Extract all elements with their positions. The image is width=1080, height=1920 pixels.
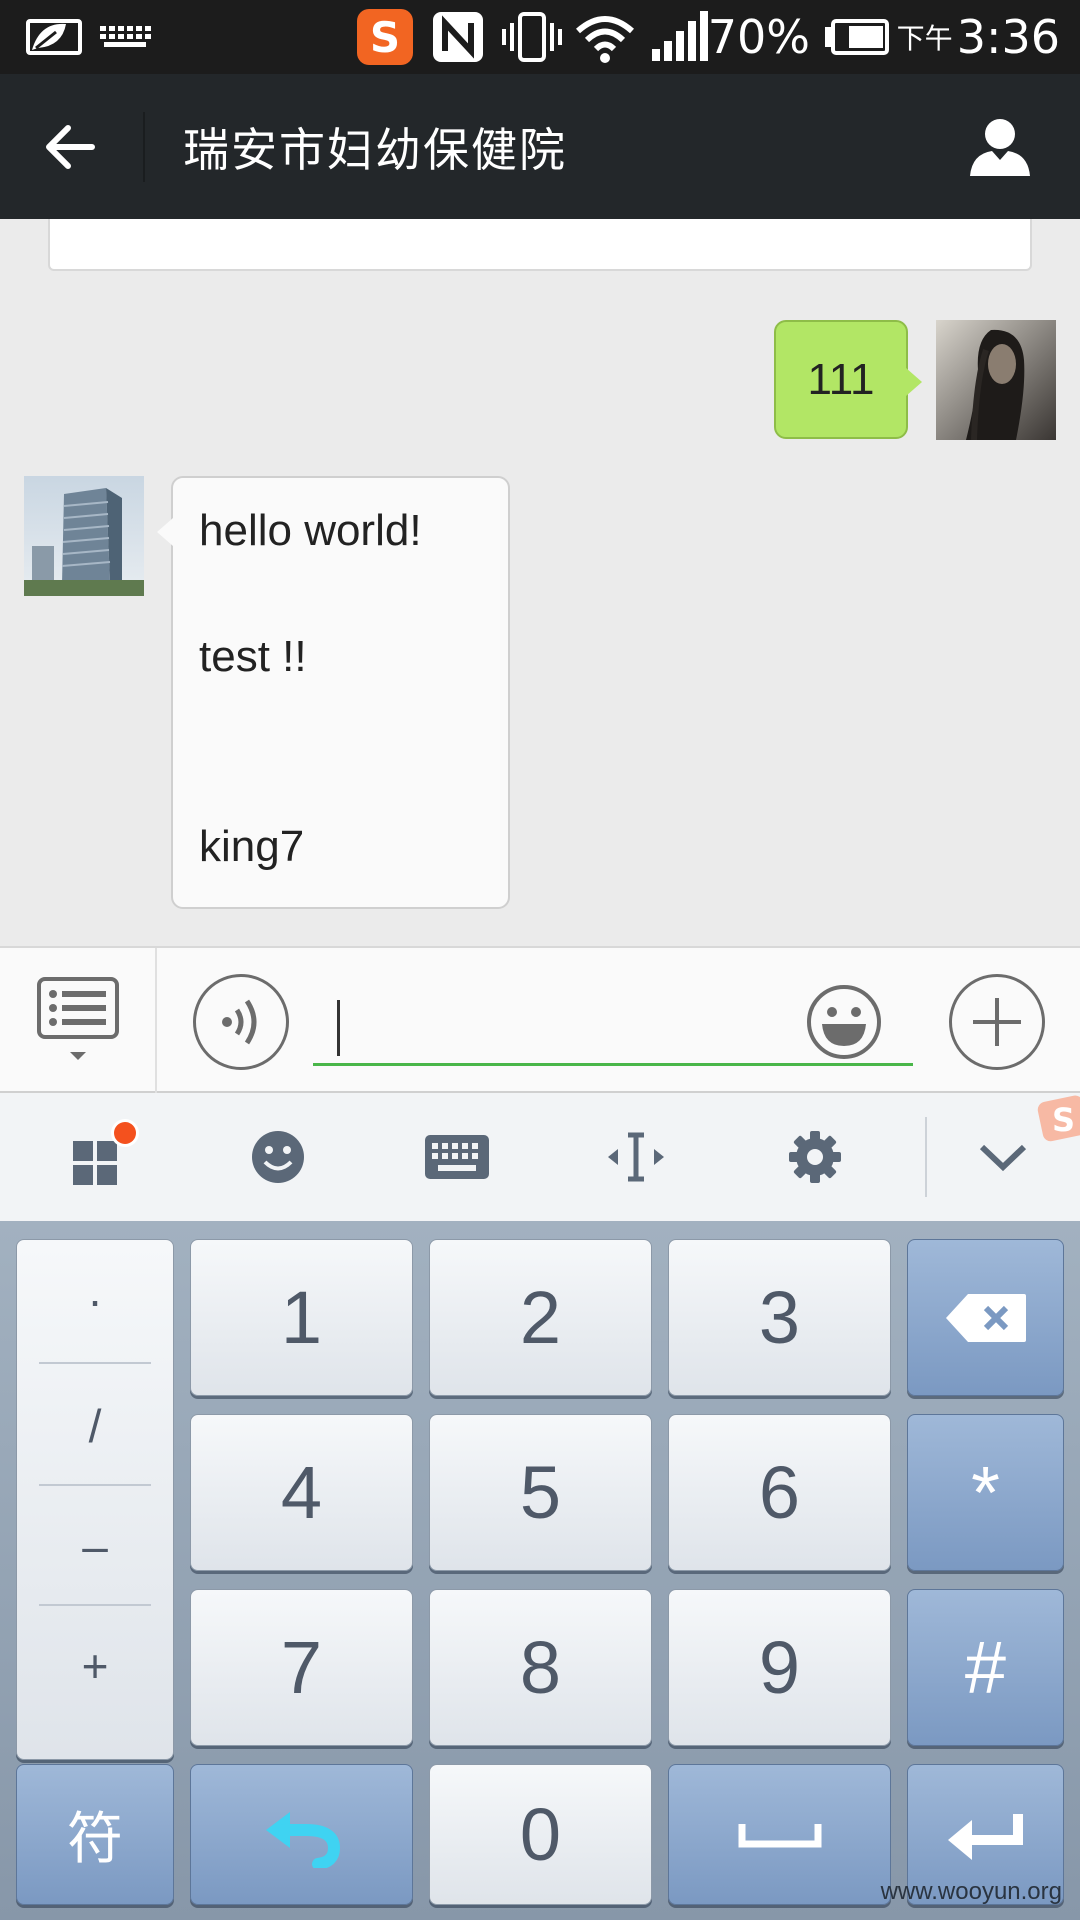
status-bar: S 70% 下午 3:36: [0, 0, 1080, 74]
key-5[interactable]: 5: [429, 1414, 652, 1571]
bubble-tail: [906, 368, 922, 396]
asterisk-key[interactable]: *: [907, 1414, 1064, 1571]
collapse-icon: [979, 1144, 1027, 1172]
profile-button[interactable]: [960, 107, 1040, 187]
hash-key[interactable]: #: [907, 1589, 1064, 1746]
contact-message-bubble[interactable]: hello world! test !! king7: [157, 476, 510, 909]
arrow-left-icon: [46, 125, 95, 169]
enter-icon: [947, 1813, 1023, 1860]
key-symbol[interactable]: +: [17, 1606, 173, 1726]
my-message-bubble[interactable]: 111: [774, 320, 922, 439]
person-icon: [970, 119, 1030, 176]
apps-icon: [73, 1119, 139, 1185]
undo-arrow-icon: [265, 1811, 340, 1868]
sogou-watermark-icon: S: [1030, 1093, 1080, 1143]
title-bar: 瑞安市妇幼保健院: [0, 74, 1080, 219]
vibrate-icon: [500, 0, 564, 74]
time: 3:36: [956, 10, 1060, 64]
battery-icon: [823, 0, 889, 74]
toolbar-divider: [925, 1117, 927, 1197]
settings-icon: [789, 1131, 841, 1183]
key-4[interactable]: 4: [190, 1414, 413, 1571]
key-9[interactable]: 9: [668, 1589, 891, 1746]
key-6[interactable]: 6: [668, 1414, 891, 1571]
bubble-tail: [157, 518, 173, 546]
cursor-button[interactable]: [596, 1117, 676, 1197]
signal-icon: [650, 0, 708, 74]
symbol-column[interactable]: · / – +: [16, 1239, 174, 1760]
key-2[interactable]: 2: [429, 1239, 652, 1396]
sogou-icon: S: [357, 0, 413, 74]
key-symbol[interactable]: ·: [17, 1240, 173, 1360]
list-menu-icon: [36, 976, 119, 1060]
watermark: www.wooyun.org: [880, 1878, 1062, 1905]
voice-icon: [222, 999, 257, 1045]
numeric-keyboard: · / – + 1 2 3 4 5 6 * 7 8 9 # 符 0 www.wo…: [0, 1221, 1080, 1920]
key-symbol[interactable]: –: [17, 1486, 173, 1606]
key-symbol[interactable]: /: [17, 1366, 173, 1486]
my-avatar[interactable]: [936, 320, 1056, 440]
svg-text:S: S: [1052, 1101, 1075, 1139]
space-key[interactable]: [668, 1764, 891, 1905]
message-line: king7: [199, 822, 305, 871]
chat-area[interactable]: 111 hello world! test !! king7: [0, 219, 1080, 946]
input-bar: [0, 946, 1080, 1093]
time-period: 下午: [896, 22, 953, 55]
settings-button[interactable]: [775, 1117, 855, 1197]
key-1[interactable]: 1: [190, 1239, 413, 1396]
symbols-key[interactable]: 符: [16, 1764, 174, 1905]
key-0[interactable]: 0: [429, 1764, 652, 1905]
keyboard-switch-button[interactable]: [417, 1117, 497, 1197]
keyboard-toolbar: S: [0, 1093, 1080, 1221]
emoji-icon: [252, 1131, 304, 1183]
plus-icon: [973, 998, 1021, 1046]
clock: 下午 3:36: [897, 0, 1060, 74]
backspace-key[interactable]: [907, 1239, 1064, 1396]
voice-button[interactable]: [193, 974, 289, 1070]
return-key[interactable]: [190, 1764, 413, 1905]
leaf-icon: [22, 0, 84, 74]
smiley-icon: [807, 985, 881, 1059]
symbol-separator: [39, 1362, 151, 1364]
nfc-icon: [430, 0, 486, 74]
keyboard-icon: [98, 0, 152, 74]
emoji-panel-button[interactable]: [238, 1117, 318, 1197]
message-line: test !!: [199, 632, 307, 681]
key-7[interactable]: 7: [190, 1589, 413, 1746]
previous-message-card[interactable]: [48, 219, 1032, 271]
message-line: hello world!: [199, 506, 422, 555]
title-divider: [143, 112, 145, 182]
battery-percent: 70%: [707, 10, 810, 64]
space-icon: [738, 1823, 821, 1847]
key-8[interactable]: 8: [429, 1589, 652, 1746]
emoji-button[interactable]: [806, 984, 882, 1060]
key-3[interactable]: 3: [668, 1239, 891, 1396]
wifi-icon: [574, 0, 636, 74]
message-text: 111: [807, 354, 875, 404]
contact-avatar[interactable]: [24, 476, 144, 596]
text-cursor: [337, 1000, 340, 1056]
page-title: 瑞安市妇幼保健院: [183, 122, 567, 177]
more-button[interactable]: [949, 974, 1045, 1070]
backspace-icon: [945, 1293, 1026, 1342]
keyboard-icon: [425, 1135, 489, 1179]
menu-toggle-button[interactable]: [0, 948, 157, 1093]
cursor-icon: [608, 1132, 664, 1182]
back-button[interactable]: [30, 107, 110, 187]
apps-button[interactable]: [59, 1117, 139, 1197]
